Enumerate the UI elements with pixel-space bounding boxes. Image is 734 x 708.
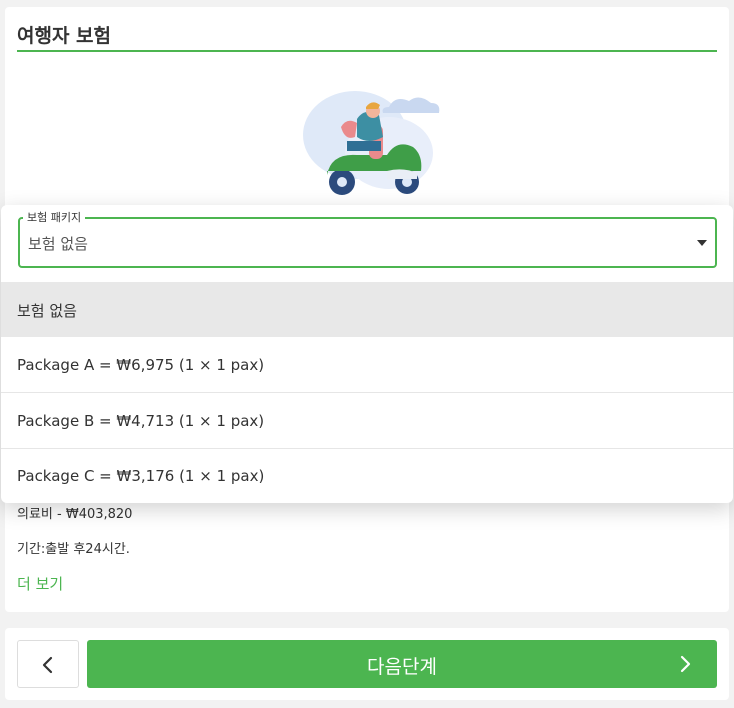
option-label: 보험 없음 bbox=[17, 302, 77, 320]
card-title: 여행자 보험 bbox=[17, 25, 112, 47]
option-label: Package A = ₩6,975 (1 × 1 pax) bbox=[17, 356, 265, 374]
package-select-value: 보험 없음 bbox=[28, 235, 88, 253]
option-label: Package B = ₩4,713 (1 × 1 pax) bbox=[17, 412, 265, 430]
back-button[interactable] bbox=[17, 640, 79, 688]
package-dropdown: 보험 없음 보험 패키지 보험 없음 Package A = ₩6,975 (1… bbox=[1, 205, 733, 503]
chevron-left-icon bbox=[42, 656, 53, 674]
bottom-navigation-bar: 다음단계 bbox=[5, 628, 729, 700]
scooter-rider-illustration bbox=[297, 85, 447, 197]
next-step-label: 다음단계 bbox=[367, 656, 437, 678]
package-option-none[interactable]: 보험 없음 bbox=[1, 282, 733, 337]
package-option-c[interactable]: Package C = ₩3,176 (1 × 1 pax) bbox=[1, 449, 733, 504]
caret-down-icon bbox=[697, 240, 707, 246]
package-select[interactable]: 보험 없음 bbox=[18, 217, 717, 268]
next-step-button[interactable]: 다음단계 bbox=[87, 640, 717, 688]
coverage-period-text: 기간:출발 후24시간. bbox=[17, 542, 130, 557]
package-option-b[interactable]: Package B = ₩4,713 (1 × 1 pax) bbox=[1, 394, 733, 449]
package-select-legend: 보험 패키지 bbox=[23, 209, 86, 225]
title-divider bbox=[17, 50, 717, 52]
chevron-right-icon bbox=[680, 655, 691, 673]
more-link[interactable]: 더 보기 bbox=[17, 573, 63, 594]
medical-cost-text: 의료비 - ₩403,820 bbox=[17, 507, 133, 522]
package-option-a[interactable]: Package A = ₩6,975 (1 × 1 pax) bbox=[1, 338, 733, 393]
option-label: Package C = ₩3,176 (1 × 1 pax) bbox=[17, 467, 265, 485]
